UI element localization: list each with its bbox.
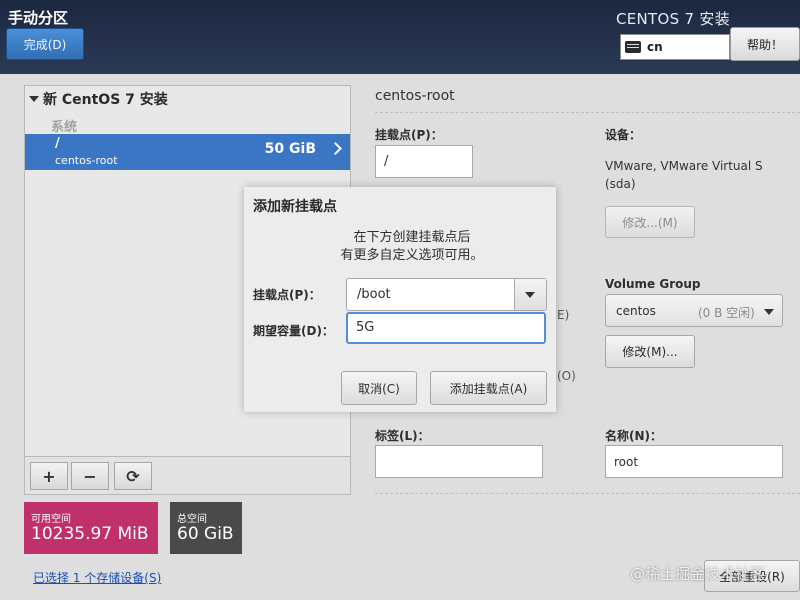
modify-volume-group-button[interactable]: 修改(M)... — [605, 335, 695, 368]
page-title: 手动分区 — [8, 9, 69, 27]
mount-point-field[interactable]: / — [375, 145, 473, 178]
top-header-bar: 手动分区 完成(D) CENTOS 7 安装 cn 帮助！ — [0, 0, 800, 74]
dialog-combo-dropdown-button[interactable] — [514, 279, 546, 310]
expander-triangle-icon[interactable] — [29, 96, 39, 102]
label-field-label: 标签(L)： — [375, 429, 430, 443]
remove-mount-point-button[interactable]: − — [71, 462, 109, 490]
volume-group-select[interactable]: centos (0 B 空闲) — [605, 294, 783, 327]
installation-section-header[interactable]: 新 CentOS 7 安装 — [29, 89, 168, 109]
detail-separator — [375, 112, 800, 113]
mount-point-label: 挂载点(P)： — [375, 128, 443, 142]
label-field[interactable] — [375, 445, 543, 478]
available-space-value: 10235.97 MiB — [31, 524, 149, 544]
detail-title: centos-root — [375, 88, 455, 104]
help-button[interactable]: 帮助！ — [730, 27, 800, 61]
done-button[interactable]: 完成(D) — [6, 28, 84, 60]
dialog-add-mount-point-button[interactable]: 添加挂载点(A) — [430, 371, 547, 405]
keyboard-icon — [625, 41, 641, 53]
keyboard-layout-indicator[interactable]: cn — [620, 34, 730, 60]
install-title: CENTOS 7 安装 — [615, 10, 730, 28]
add-mount-point-dialog: 添加新挂载点 在下方创建挂载点后 有更多自定义选项可用。 挂载点(P)： /bo… — [244, 187, 556, 412]
modify-device-button[interactable]: 修改...(M) — [605, 206, 695, 238]
volume-group-value: centos — [616, 303, 656, 318]
total-space-box: 总空间 60 GiB — [170, 502, 242, 554]
device-value: VMware, VMware Virtual S (sda) — [605, 159, 763, 191]
system-group-label: 系统 — [51, 120, 78, 135]
name-field-label: 名称(N)： — [605, 429, 663, 443]
row-volume-name: centos-root — [55, 154, 118, 167]
dropdown-arrow-icon — [764, 309, 774, 315]
mount-point-toolbar: + − ⟳ — [25, 456, 350, 494]
volume-group-free: (0 B 空闲) — [698, 306, 755, 320]
dialog-mount-point-combo[interactable]: /boot — [346, 278, 547, 311]
dialog-capacity-field[interactable]: 5G — [346, 312, 546, 344]
available-space-box: 可用空间 10235.97 MiB — [24, 502, 158, 554]
device-label: 设备： — [605, 128, 642, 142]
dialog-mount-point-value[interactable]: /boot — [357, 287, 391, 302]
row-size: 50 GiB — [264, 141, 316, 157]
available-space-label: 可用空间 — [31, 514, 71, 525]
dialog-mount-point-label: 挂载点(P)： — [253, 288, 321, 302]
name-field[interactable]: root — [605, 445, 783, 478]
volume-group-label: Volume Group — [605, 277, 701, 291]
obscured-text-e: E) — [557, 308, 570, 322]
dialog-description: 在下方创建挂载点后 有更多自定义选项可用。 — [244, 229, 556, 265]
bottom-separator — [375, 493, 800, 494]
total-space-label: 总空间 — [177, 514, 207, 525]
dialog-title: 添加新挂载点 — [253, 199, 337, 215]
add-mount-point-button[interactable]: + — [30, 462, 68, 490]
mount-point-row-selected[interactable]: / centos-root 50 GiB — [25, 134, 350, 170]
section-header-label: 新 CentOS 7 安装 — [43, 92, 168, 108]
dialog-description-line-2: 有更多自定义选项可用。 — [340, 248, 484, 263]
selected-storage-devices-link[interactable]: 已选择 1 个存储设备(S) — [33, 569, 161, 586]
refresh-button[interactable]: ⟳ — [114, 462, 152, 490]
dialog-capacity-label: 期望容量(D)： — [253, 324, 334, 338]
dropdown-arrow-icon — [525, 292, 535, 298]
total-space-value: 60 GiB — [177, 524, 234, 544]
dialog-cancel-button[interactable]: 取消(C) — [341, 371, 417, 405]
chevron-right-icon — [329, 142, 342, 155]
obscured-text-o: (O) — [557, 369, 576, 383]
row-mount-point: / — [55, 136, 60, 151]
watermark: @稀土掘金技术社区 — [630, 565, 766, 583]
dialog-description-line-1: 在下方创建挂载点后 — [353, 230, 471, 245]
keyboard-layout-text: cn — [647, 40, 663, 54]
